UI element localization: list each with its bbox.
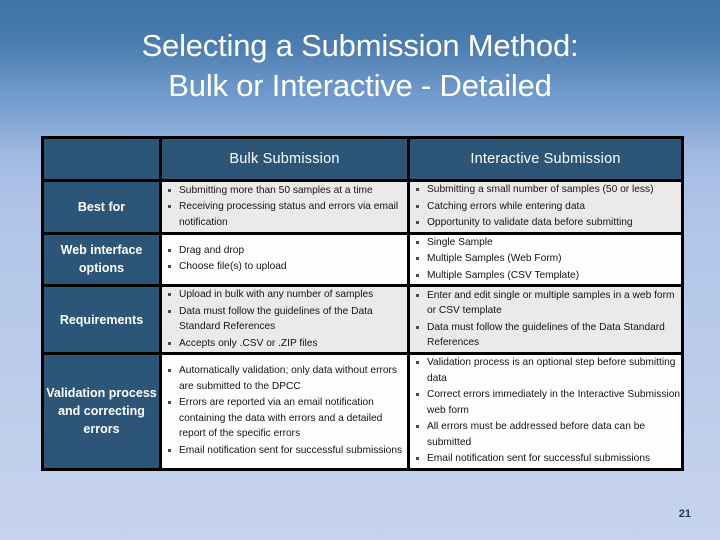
list-item: Submitting a small number of samples (50… bbox=[410, 182, 681, 198]
cell-web-interface-options-bulk: Drag and drop Choose file(s) to upload bbox=[162, 234, 407, 284]
bullet-list: Submitting a small number of samples (50… bbox=[410, 182, 681, 231]
cell-best-for-interactive: Submitting a small number of samples (50… bbox=[410, 182, 681, 232]
cell-requirements-interactive: Enter and edit single or multiple sample… bbox=[410, 287, 681, 352]
list-item: Upload in bulk with any number of sample… bbox=[162, 287, 407, 303]
cell-best-for-bulk: Submitting more than 50 samples at a tim… bbox=[162, 182, 407, 232]
column-header-blank bbox=[44, 139, 159, 179]
list-item: Catching errors while entering data bbox=[410, 199, 681, 215]
table-header: Bulk Submission Interactive Submission bbox=[44, 139, 681, 179]
cell-web-interface-options-interactive: Single Sample Multiple Samples (Web Form… bbox=[410, 234, 681, 284]
list-item: All errors must be addressed before data… bbox=[410, 419, 681, 450]
list-item: Accepts only .CSV or .ZIP files bbox=[162, 336, 407, 352]
page-title: Selecting a Submission Method: Bulk or I… bbox=[141, 28, 579, 103]
column-header-bulk-submission: Bulk Submission bbox=[162, 139, 407, 179]
bullet-list: Drag and drop Choose file(s) to upload bbox=[162, 243, 407, 275]
page-number: 21 bbox=[678, 508, 691, 520]
cell-requirements-bulk: Upload in bulk with any number of sample… bbox=[162, 287, 407, 352]
cell-validation-interactive: Validation process is an optional step b… bbox=[410, 355, 681, 468]
submission-method-comparison-table: Bulk Submission Interactive Submission B… bbox=[41, 136, 684, 471]
row-label-best-for: Best for bbox=[44, 182, 159, 232]
list-item: Submitting more than 50 samples at a tim… bbox=[162, 183, 407, 199]
table-row: Best for Submitting more than 50 samples… bbox=[44, 182, 681, 232]
list-item: Multiple Samples (Web Form) bbox=[410, 251, 681, 267]
table-row: Web interface options Drag and drop Choo… bbox=[44, 234, 681, 284]
list-item: Email notification sent for successful s… bbox=[162, 443, 407, 459]
list-item: Data must follow the guidelines of the D… bbox=[162, 304, 407, 335]
bullet-list: Submitting more than 50 samples at a tim… bbox=[162, 183, 407, 231]
bullet-list: Enter and edit single or multiple sample… bbox=[410, 288, 681, 351]
row-label-validation-process-and-correcting-errors: Validation process and correcting errors bbox=[44, 355, 159, 468]
table-row: Validation process and correcting errors… bbox=[44, 355, 681, 468]
bullet-list: Validation process is an optional step b… bbox=[410, 355, 681, 467]
bullet-list: Single Sample Multiple Samples (Web Form… bbox=[410, 235, 681, 284]
list-item: Correct errors immediately in the Intera… bbox=[410, 387, 681, 418]
bullet-list: Automatically validation; only data with… bbox=[162, 363, 407, 458]
list-item: Data must follow the guidelines of the D… bbox=[410, 320, 681, 351]
list-item: Email notification sent for successful s… bbox=[410, 451, 681, 467]
list-item: Validation process is an optional step b… bbox=[410, 355, 681, 386]
list-item: Single Sample bbox=[410, 235, 681, 251]
table-header-row: Bulk Submission Interactive Submission bbox=[44, 139, 681, 179]
row-label-web-interface-options: Web interface options bbox=[44, 234, 159, 284]
list-item: Errors are reported via an email notific… bbox=[162, 395, 407, 442]
list-item: Drag and drop bbox=[162, 243, 407, 259]
list-item: Choose file(s) to upload bbox=[162, 259, 407, 275]
list-item: Automatically validation; only data with… bbox=[162, 363, 407, 394]
table-row: Requirements Upload in bulk with any num… bbox=[44, 287, 681, 352]
row-label-requirements: Requirements bbox=[44, 287, 159, 352]
cell-validation-bulk: Automatically validation; only data with… bbox=[162, 355, 407, 468]
column-header-interactive-submission: Interactive Submission bbox=[410, 139, 681, 179]
bullet-list: Upload in bulk with any number of sample… bbox=[162, 287, 407, 351]
list-item: Opportunity to validate data before subm… bbox=[410, 215, 681, 231]
list-item: Receiving processing status and errors v… bbox=[162, 199, 407, 230]
list-item: Enter and edit single or multiple sample… bbox=[410, 288, 681, 319]
list-item: Multiple Samples (CSV Template) bbox=[410, 268, 681, 284]
table-body: Best for Submitting more than 50 samples… bbox=[44, 182, 681, 468]
